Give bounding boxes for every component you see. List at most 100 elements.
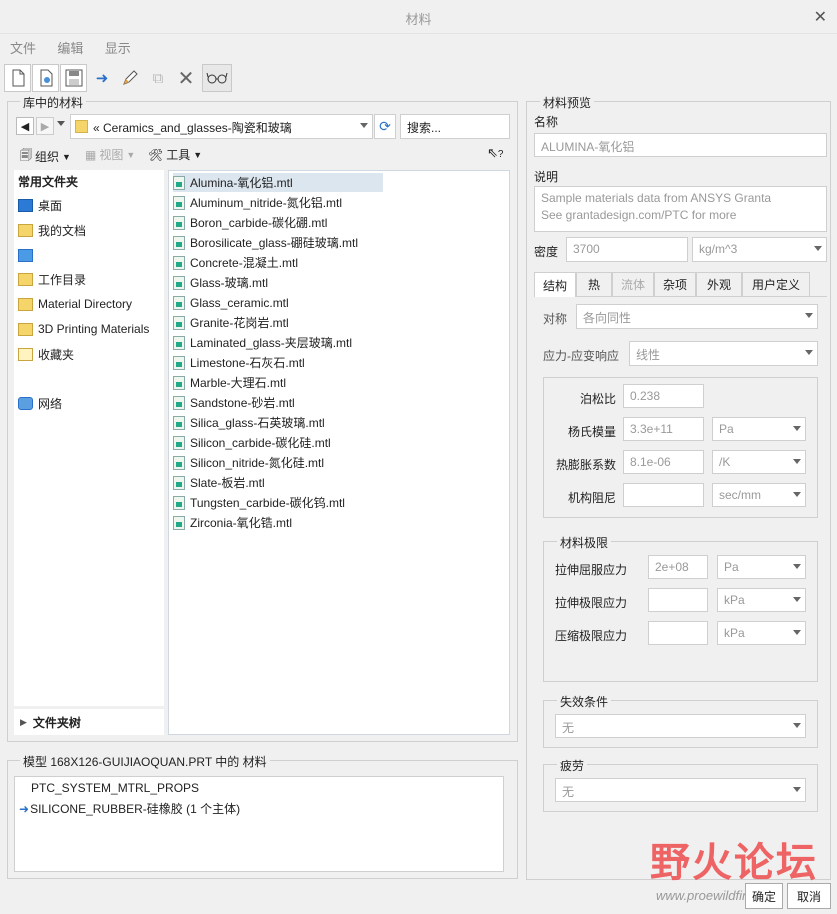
damping-unit-select[interactable]: sec/mm bbox=[712, 483, 806, 507]
list-item[interactable]: Glass_ceramic.mtl bbox=[173, 293, 383, 312]
nav-item-desktop[interactable]: 桌面 bbox=[18, 194, 62, 216]
window-title: 材料 bbox=[405, 12, 432, 27]
chevron-down-icon bbox=[793, 492, 801, 497]
file-name: Limestone-石灰石.mtl bbox=[190, 356, 305, 370]
nav-item-3d-printing[interactable]: 3D Printing Materials bbox=[18, 318, 149, 340]
pencil-icon[interactable] bbox=[118, 64, 142, 92]
tensile-ultimate-field[interactable] bbox=[648, 588, 708, 612]
thermal-field[interactable]: 8.1e-06 bbox=[623, 450, 704, 474]
list-item[interactable]: Limestone-石灰石.mtl bbox=[173, 353, 383, 372]
damping-field[interactable] bbox=[623, 483, 704, 507]
menu-file[interactable]: 文件 bbox=[10, 38, 36, 57]
close-icon[interactable]: ✕ bbox=[814, 7, 827, 27]
path-combobox[interactable]: « Ceramics_and_glasses-陶瓷和玻璃 bbox=[70, 114, 373, 139]
fatigue-select[interactable]: 无 bbox=[555, 778, 806, 802]
menu-view[interactable]: 显示 bbox=[105, 38, 131, 57]
ok-button[interactable]: 确定 bbox=[745, 883, 783, 909]
description-field[interactable]: Sample materials data from ANSYS Granta … bbox=[534, 186, 827, 232]
save-icon[interactable] bbox=[60, 64, 87, 92]
list-item[interactable]: Zirconia-氧化锆.mtl bbox=[173, 513, 383, 532]
chevron-down-icon bbox=[360, 123, 368, 128]
material-file-icon bbox=[173, 315, 185, 330]
density-unit-select[interactable]: kg/m^3 bbox=[692, 237, 827, 262]
tab-appearance[interactable]: 外观 bbox=[696, 272, 742, 296]
list-item[interactable]: Laminated_glass-夹层玻璃.mtl bbox=[173, 333, 383, 352]
chevron-down-icon bbox=[793, 459, 801, 464]
name-field[interactable]: ALUMINA-氧化铝 bbox=[534, 133, 827, 157]
list-item[interactable]: Silicon_nitride-氮化硅.mtl bbox=[173, 453, 383, 472]
list-item[interactable]: Tungsten_carbide-碳化钨.mtl bbox=[173, 493, 383, 512]
list-item[interactable]: Granite-花岗岩.mtl bbox=[173, 313, 383, 332]
nav-item-network[interactable]: 网络 bbox=[18, 392, 62, 414]
young-unit-select[interactable]: Pa bbox=[712, 417, 806, 441]
failure-select[interactable]: 无 bbox=[555, 714, 806, 738]
open-file-icon[interactable] bbox=[32, 64, 59, 92]
fatigue-value: 无 bbox=[562, 785, 575, 799]
tensile-ultimate-unit-select[interactable]: kPa bbox=[717, 588, 806, 612]
list-item[interactable]: Sandstone-砂岩.mtl bbox=[173, 393, 383, 412]
copy-icon[interactable]: ⧉ bbox=[146, 64, 170, 92]
list-item[interactable]: Boron_carbide-碳化硼.mtl bbox=[173, 213, 383, 232]
cancel-button[interactable]: 取消 bbox=[787, 883, 831, 909]
tab-fluid[interactable]: 流体 bbox=[612, 272, 654, 296]
organize-button[interactable]: 🗐 组织 ▼ bbox=[20, 146, 71, 167]
tab-user-defined[interactable]: 用户定义 bbox=[742, 272, 810, 296]
material-file-icon bbox=[173, 215, 185, 230]
list-item[interactable]: Marble-大理石.mtl bbox=[173, 373, 383, 392]
nav-item-favorites[interactable]: 收藏夹 bbox=[18, 343, 74, 365]
list-item[interactable]: Silicon_carbide-碳化硅.mtl bbox=[173, 433, 383, 452]
stress-strain-select[interactable]: 线性 bbox=[629, 341, 818, 366]
nav-item-working-dir[interactable]: 工作目录 bbox=[18, 268, 86, 290]
help-cursor-icon[interactable]: ⇖? bbox=[487, 145, 503, 161]
forward-arrow-icon[interactable]: ▶ bbox=[36, 117, 54, 135]
refresh-icon[interactable]: ⟳ bbox=[374, 114, 396, 139]
folder-tree-toggle[interactable]: ▶ 文件夹树 bbox=[14, 709, 164, 735]
watermark-logo: 野火论坛 bbox=[650, 841, 818, 885]
tab-structural[interactable]: 结构 bbox=[534, 272, 576, 297]
compressive-ultimate-field[interactable] bbox=[648, 621, 708, 645]
search-input[interactable]: 搜索... bbox=[400, 114, 510, 139]
tab-thermal[interactable]: 热 bbox=[576, 272, 612, 296]
search-placeholder: 搜索... bbox=[407, 121, 442, 135]
list-item[interactable]: Slate-板岩.mtl bbox=[173, 473, 383, 492]
young-field[interactable]: 3.3e+11 bbox=[623, 417, 704, 441]
thermal-unit: /K bbox=[719, 455, 731, 469]
file-name: Marble-大理石.mtl bbox=[190, 376, 287, 390]
list-item[interactable]: Borosilicate_glass-硼硅玻璃.mtl bbox=[173, 233, 383, 252]
history-dropdown-icon[interactable] bbox=[57, 121, 65, 126]
3d-folder-icon bbox=[18, 322, 33, 336]
compressive-ultimate-unit-select[interactable]: kPa bbox=[717, 621, 806, 645]
list-item[interactable]: ➜ SILICONE_RUBBER-硅橡胶 (1 个主体) bbox=[19, 800, 240, 817]
back-arrow-icon[interactable]: ◀ bbox=[16, 117, 34, 135]
new-file-icon[interactable] bbox=[4, 64, 31, 92]
tensile-yield-unit-select[interactable]: Pa bbox=[717, 555, 806, 579]
poisson-field[interactable]: 0.238 bbox=[623, 384, 704, 408]
nav-label: 我的文档 bbox=[38, 223, 87, 238]
chevron-down-icon bbox=[793, 597, 801, 602]
tools-button[interactable]: 🛠 工具 ▼ bbox=[148, 146, 202, 163]
list-item[interactable]: PTC_SYSTEM_MTRL_PROPS bbox=[31, 781, 199, 795]
nav-header: 常用文件夹 bbox=[18, 174, 79, 189]
thermal-unit-select[interactable]: /K bbox=[712, 450, 806, 474]
list-item[interactable]: Alumina-氧化铝.mtl bbox=[173, 173, 383, 192]
symmetry-label: 对称 bbox=[543, 312, 568, 326]
arrow-right-icon[interactable]: ➜ bbox=[90, 64, 114, 92]
list-item[interactable]: Aluminum_nitride-氮化铝.mtl bbox=[173, 193, 383, 212]
file-name: Sandstone-砂岩.mtl bbox=[190, 396, 295, 410]
tab-misc[interactable]: 杂项 bbox=[654, 272, 696, 296]
model-group-label: 模型 168X126-GUIJIAOQUAN.PRT 中的 材料 bbox=[20, 753, 270, 770]
nav-item-computer[interactable] bbox=[18, 244, 38, 266]
glasses-icon[interactable] bbox=[202, 64, 232, 92]
delete-icon[interactable]: ✕ bbox=[174, 64, 198, 92]
symmetry-select[interactable]: 各向同性 bbox=[576, 304, 818, 329]
list-item[interactable]: Silica_glass-石英玻璃.mtl bbox=[173, 413, 383, 432]
view-button[interactable]: ▦ 视图 ▼ bbox=[85, 146, 135, 163]
menu-edit[interactable]: 编辑 bbox=[57, 38, 83, 57]
list-item[interactable]: Glass-玻璃.mtl bbox=[173, 273, 383, 292]
density-field[interactable]: 3700 bbox=[566, 237, 688, 262]
young-unit: Pa bbox=[719, 422, 734, 436]
tensile-yield-field[interactable]: 2e+08 bbox=[648, 555, 708, 579]
nav-item-material-directory[interactable]: Material Directory bbox=[18, 293, 132, 315]
list-item[interactable]: Concrete-混凝土.mtl bbox=[173, 253, 383, 272]
nav-item-documents[interactable]: 我的文档 bbox=[18, 219, 86, 241]
